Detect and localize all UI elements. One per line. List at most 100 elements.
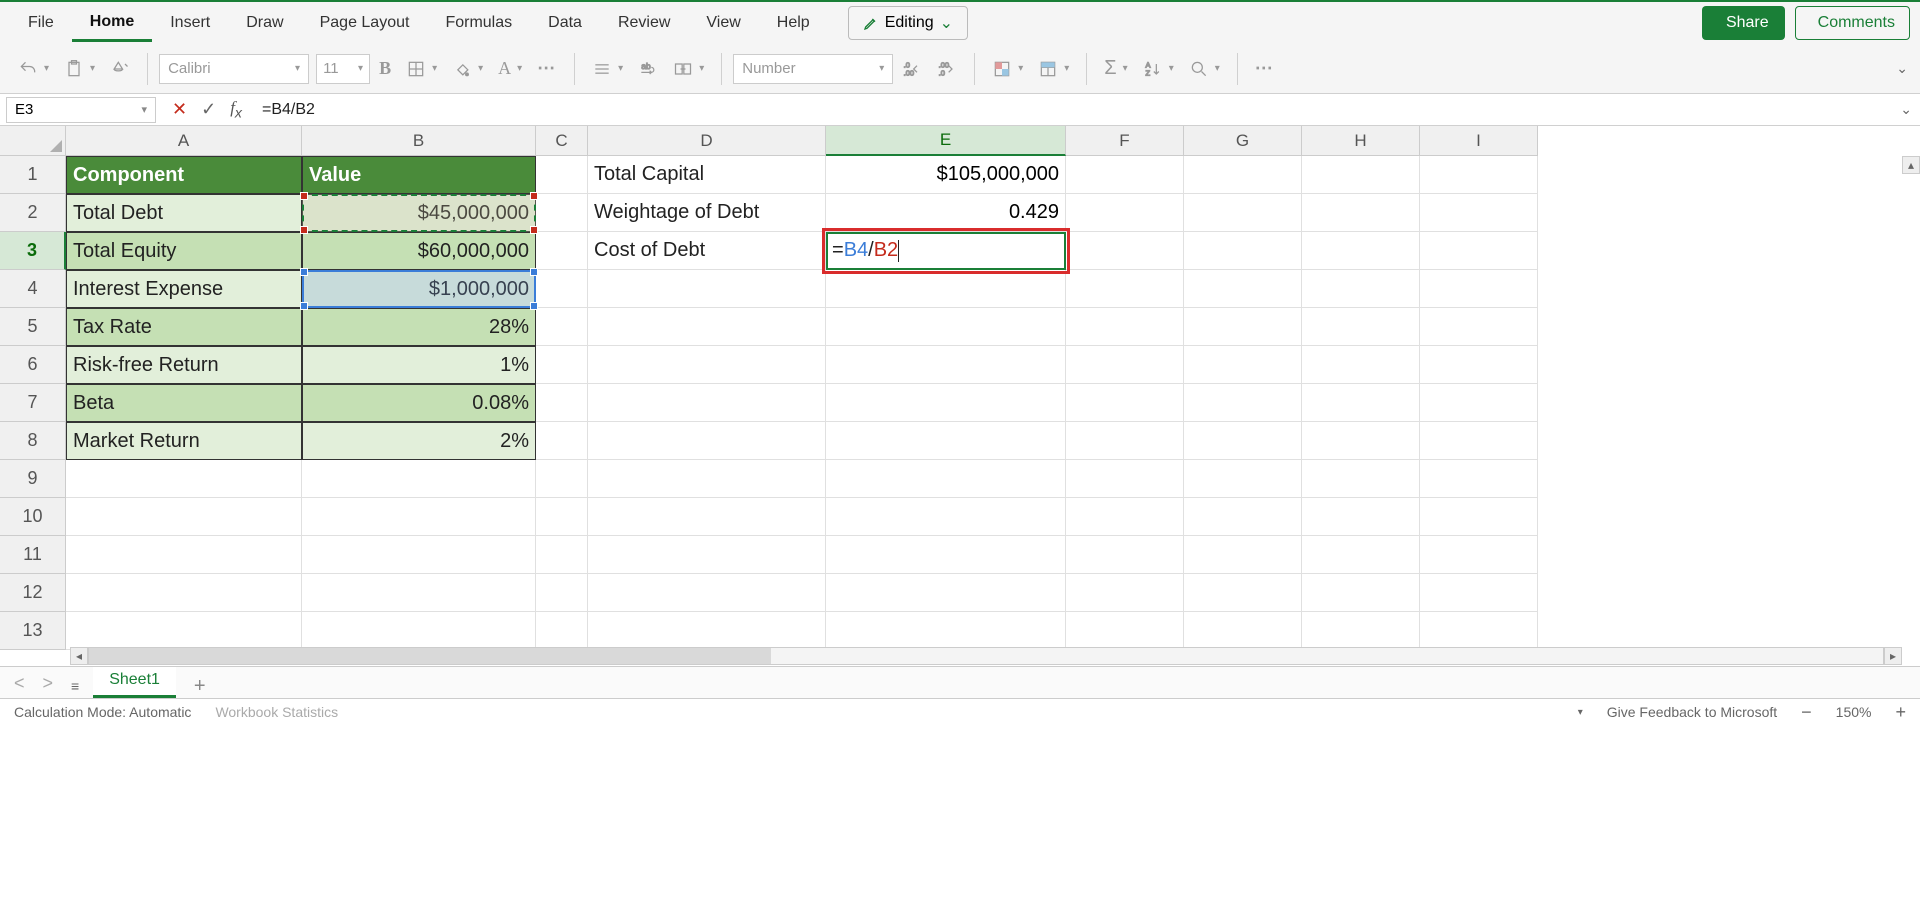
cell-D5[interactable] <box>588 308 826 346</box>
format-painter-button[interactable] <box>104 55 136 83</box>
cell-F5[interactable] <box>1066 308 1184 346</box>
cell-E13[interactable] <box>826 612 1066 650</box>
cell-I10[interactable] <box>1420 498 1538 536</box>
borders-button[interactable]: ▾ <box>400 55 443 83</box>
cell-B9[interactable] <box>302 460 536 498</box>
cell-I13[interactable] <box>1420 612 1538 650</box>
row-header-9[interactable]: 9 <box>0 460 66 498</box>
menu-view[interactable]: View <box>688 6 758 40</box>
cell-E1[interactable]: $105,000,000 <box>826 156 1066 194</box>
cell-H8[interactable] <box>1302 422 1420 460</box>
cell-I9[interactable] <box>1420 460 1538 498</box>
cell-A4[interactable]: Interest Expense <box>66 270 302 308</box>
cell-C13[interactable] <box>536 612 588 650</box>
cell-G12[interactable] <box>1184 574 1302 612</box>
cell-F9[interactable] <box>1066 460 1184 498</box>
cell-A8[interactable]: Market Return <box>66 422 302 460</box>
cell-F13[interactable] <box>1066 612 1184 650</box>
more-font-button[interactable]: ⋯ <box>531 54 563 83</box>
cell-A13[interactable] <box>66 612 302 650</box>
cell-B12[interactable] <box>302 574 536 612</box>
menu-page-layout[interactable]: Page Layout <box>302 6 428 40</box>
accept-formula-button[interactable]: ✓ <box>201 99 216 120</box>
cell-G4[interactable] <box>1184 270 1302 308</box>
cell-E7[interactable] <box>826 384 1066 422</box>
cell-D9[interactable] <box>588 460 826 498</box>
cell-I4[interactable] <box>1420 270 1538 308</box>
cell-F10[interactable] <box>1066 498 1184 536</box>
cell-C12[interactable] <box>536 574 588 612</box>
cell-A11[interactable] <box>66 536 302 574</box>
decrease-decimal-button[interactable]: .00.0 <box>931 55 963 83</box>
add-sheet-button[interactable]: + <box>186 675 214 698</box>
cell-B4[interactable]: $1,000,000 <box>302 270 536 308</box>
cell-F11[interactable] <box>1066 536 1184 574</box>
sort-filter-button[interactable]: AZ▾ <box>1137 55 1180 83</box>
paste-button[interactable]: ▾ <box>58 55 101 83</box>
sheet-tab-1[interactable]: Sheet1 <box>93 665 176 698</box>
all-sheets-button[interactable]: ≡ <box>67 674 83 698</box>
cell-B13[interactable] <box>302 612 536 650</box>
format-table-button[interactable]: ▾ <box>1032 55 1075 83</box>
cell-C10[interactable] <box>536 498 588 536</box>
menu-data[interactable]: Data <box>530 6 600 40</box>
cell-H4[interactable] <box>1302 270 1420 308</box>
cell-A2[interactable]: Total Debt <box>66 194 302 232</box>
cell-I3[interactable] <box>1420 232 1538 270</box>
cell-C3[interactable] <box>536 232 588 270</box>
cell-H5[interactable] <box>1302 308 1420 346</box>
cell-A3[interactable]: Total Equity <box>66 232 302 270</box>
hscroll-left-button[interactable]: ◂ <box>70 647 88 665</box>
cell-I1[interactable] <box>1420 156 1538 194</box>
font-color-button[interactable]: A▾ <box>492 54 528 83</box>
cell-F2[interactable] <box>1066 194 1184 232</box>
cell-D1[interactable]: Total Capital <box>588 156 826 194</box>
cell-E5[interactable] <box>826 308 1066 346</box>
row-header-3[interactable]: 3 <box>0 232 66 270</box>
cell-F8[interactable] <box>1066 422 1184 460</box>
cell-B11[interactable] <box>302 536 536 574</box>
cell-H13[interactable] <box>1302 612 1420 650</box>
cell-B6[interactable]: 1% <box>302 346 536 384</box>
cell-G6[interactable] <box>1184 346 1302 384</box>
col-header-F[interactable]: F <box>1066 126 1184 156</box>
col-header-I[interactable]: I <box>1420 126 1538 156</box>
menu-draw[interactable]: Draw <box>228 6 301 40</box>
col-header-E[interactable]: E <box>826 126 1066 156</box>
cell-I12[interactable] <box>1420 574 1538 612</box>
menu-help[interactable]: Help <box>759 6 828 40</box>
cell-C8[interactable] <box>536 422 588 460</box>
select-all-corner[interactable] <box>0 126 66 156</box>
cell-E6[interactable] <box>826 346 1066 384</box>
comments-button[interactable]: Comments <box>1795 6 1910 40</box>
zoom-level[interactable]: 150% <box>1836 704 1872 720</box>
cell-G10[interactable] <box>1184 498 1302 536</box>
cell-E11[interactable] <box>826 536 1066 574</box>
menu-formulas[interactable]: Formulas <box>427 6 530 40</box>
cell-E3[interactable]: =B4/B2 <box>826 232 1066 270</box>
align-button[interactable]: ▾ <box>586 55 629 83</box>
formula-input[interactable]: =B4/B2 <box>258 101 1914 119</box>
col-header-A[interactable]: A <box>66 126 302 156</box>
workbook-stats-label[interactable]: Workbook Statistics <box>215 704 338 720</box>
cell-C4[interactable] <box>536 270 588 308</box>
cell-G8[interactable] <box>1184 422 1302 460</box>
cell-G3[interactable] <box>1184 232 1302 270</box>
cell-H9[interactable] <box>1302 460 1420 498</box>
col-header-B[interactable]: B <box>302 126 536 156</box>
wrap-text-button[interactable]: ab <box>632 55 664 83</box>
cell-E10[interactable] <box>826 498 1066 536</box>
cell-D4[interactable] <box>588 270 826 308</box>
cell-D7[interactable] <box>588 384 826 422</box>
cell-F7[interactable] <box>1066 384 1184 422</box>
undo-button[interactable]: ▾ <box>12 55 55 83</box>
cell-H1[interactable] <box>1302 156 1420 194</box>
cell-F12[interactable] <box>1066 574 1184 612</box>
cell-H6[interactable] <box>1302 346 1420 384</box>
row-header-10[interactable]: 10 <box>0 498 66 536</box>
col-header-D[interactable]: D <box>588 126 826 156</box>
cell-A6[interactable]: Risk-free Return <box>66 346 302 384</box>
cell-H7[interactable] <box>1302 384 1420 422</box>
font-name-select[interactable]: Calibri▾ <box>159 54 309 84</box>
cell-F1[interactable] <box>1066 156 1184 194</box>
